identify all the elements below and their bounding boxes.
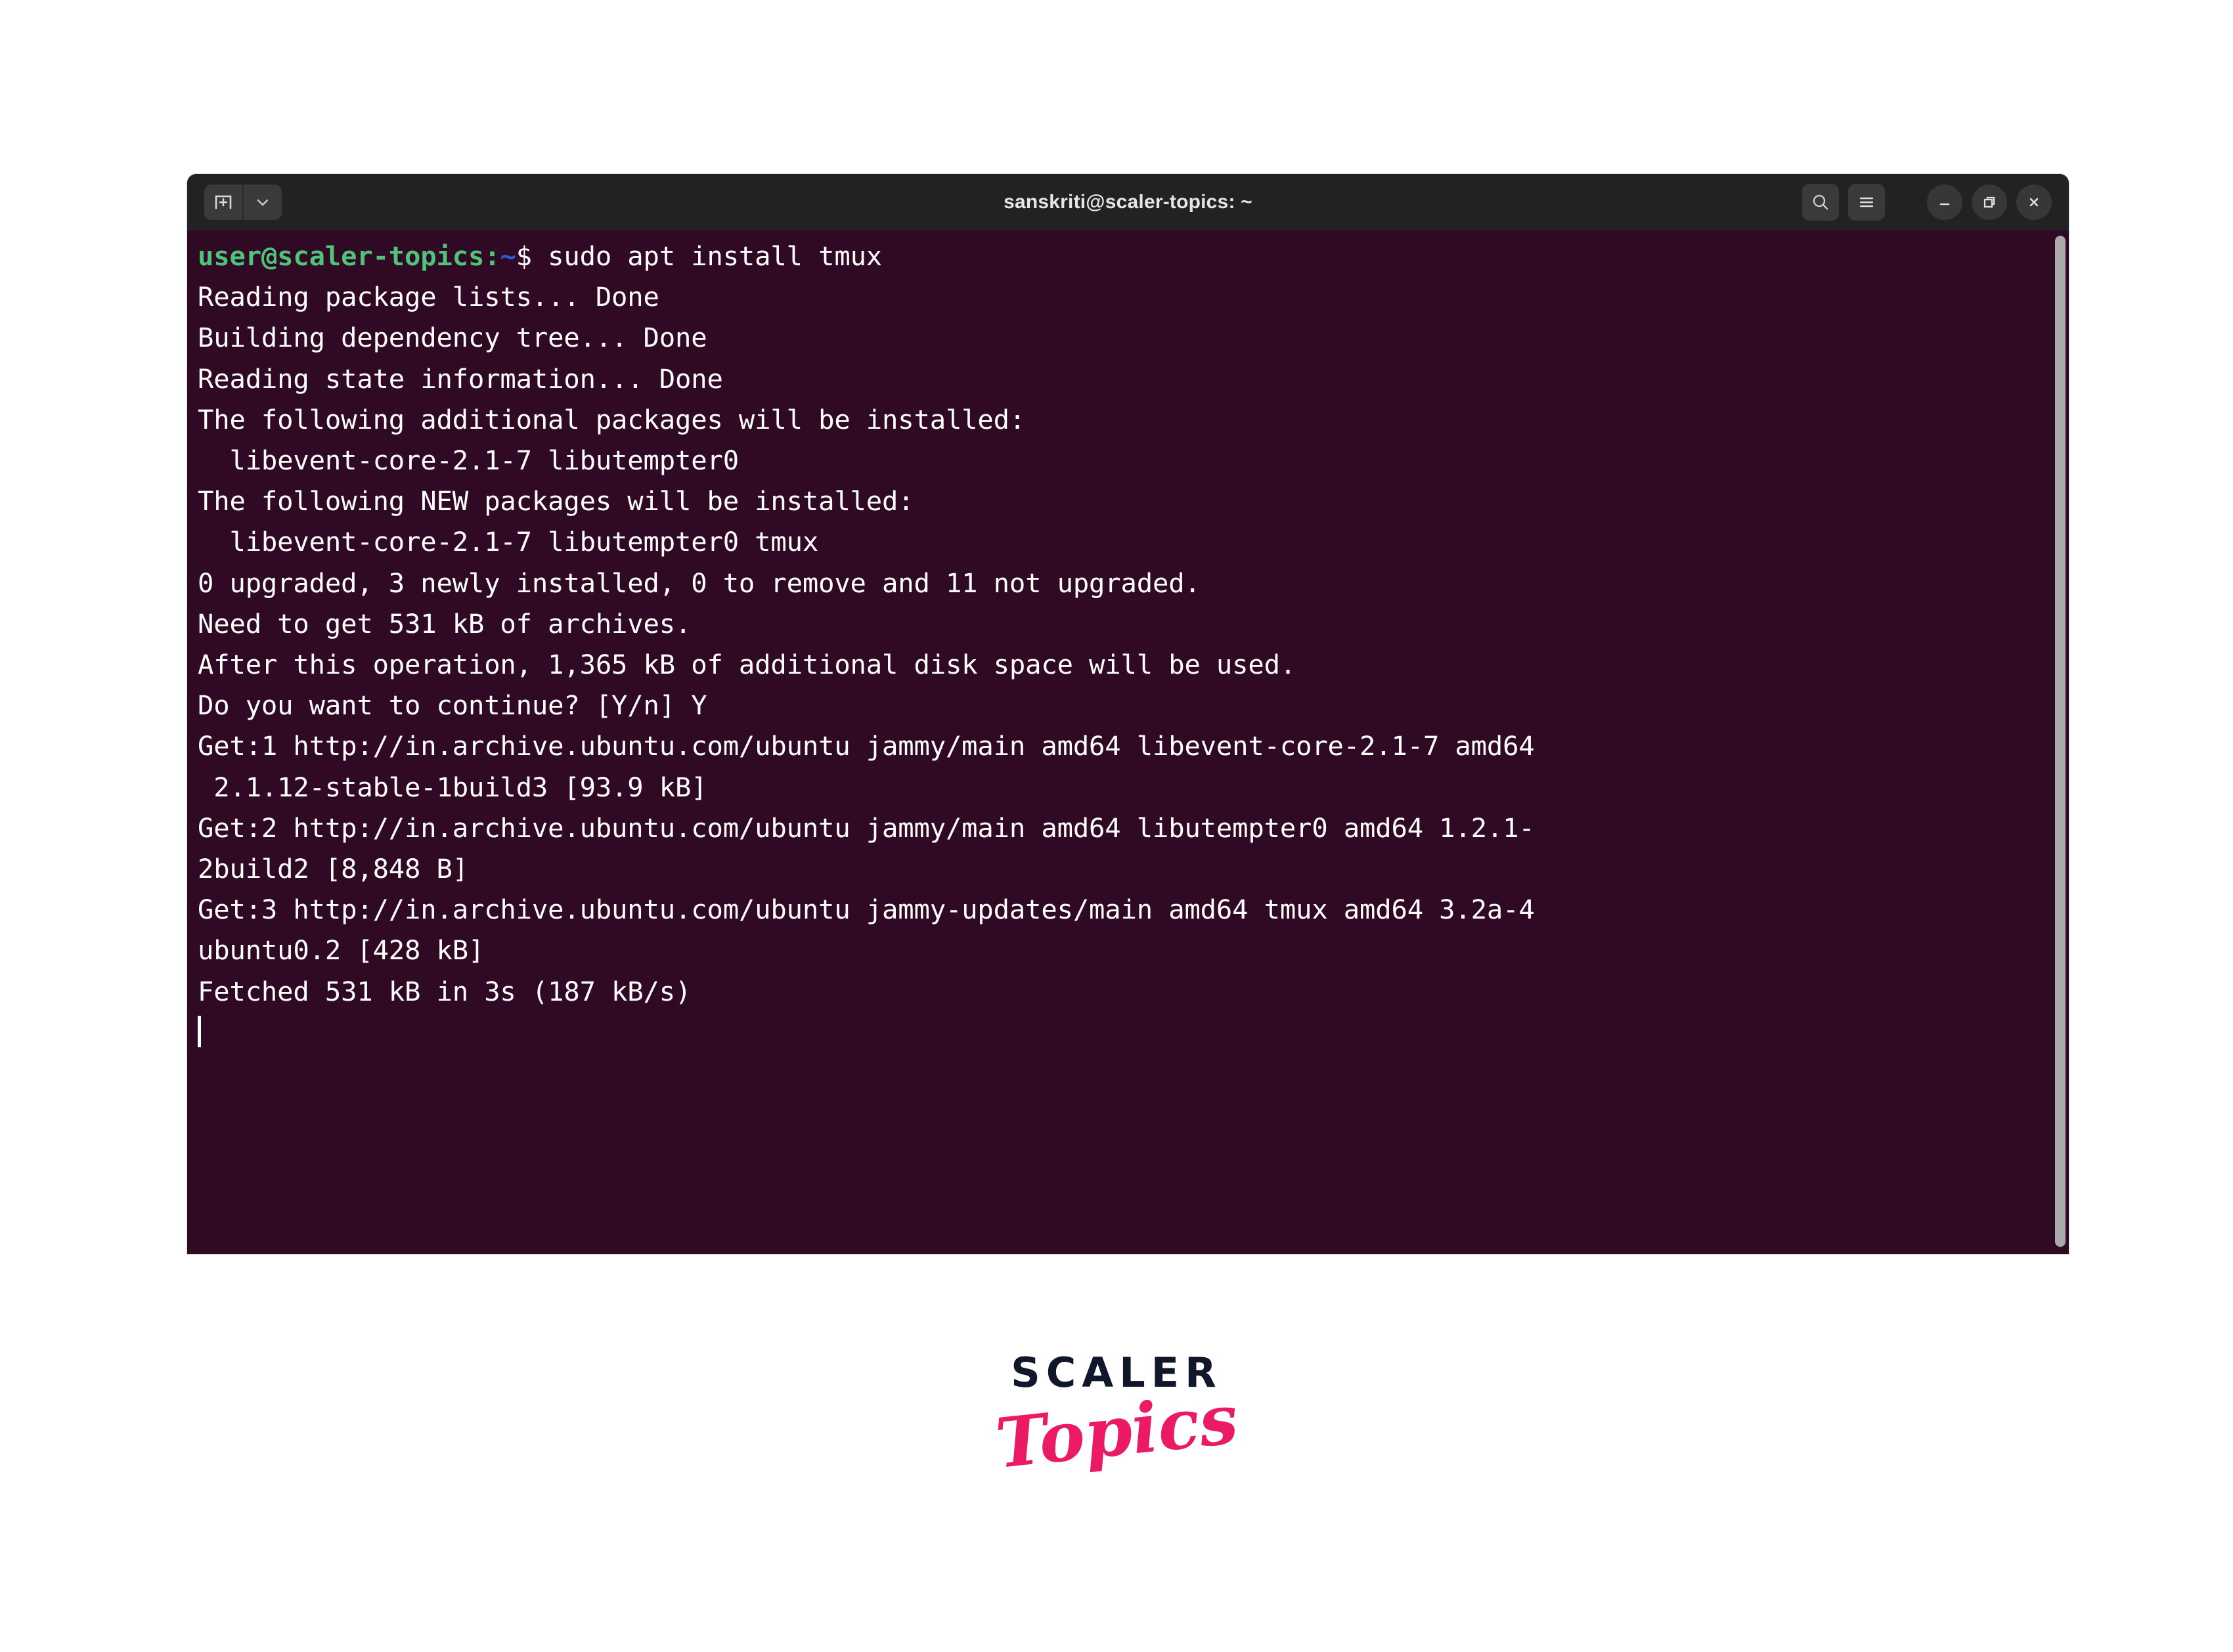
terminal-output-line: libevent-core-2.1-7 libutempter0 xyxy=(198,445,739,477)
terminal-output-line: 2build2 [8,848 B] xyxy=(198,853,468,885)
terminal-output-line: Get:1 http://in.archive.ubuntu.com/ubunt… xyxy=(198,730,1535,762)
maximize-button[interactable] xyxy=(1972,185,2007,220)
text-cursor xyxy=(198,1015,201,1047)
terminal-output-line: 2.1.12-stable-1build3 [93.9 kB] xyxy=(198,771,707,803)
terminal-output-line: The following additional packages will b… xyxy=(198,403,1026,435)
new-tab-icon xyxy=(215,195,232,209)
titlebar-right-controls xyxy=(1802,184,2052,221)
terminal-output-line: After this operation, 1,365 kB of additi… xyxy=(198,649,1296,681)
prompt-sigil: $ xyxy=(516,240,548,272)
terminal-output-lines: Reading package lists... Done Building d… xyxy=(198,281,1535,1007)
minimize-icon xyxy=(1939,203,1950,206)
window-title: sanskriti@scaler-topics: ~ xyxy=(1004,191,1252,213)
terminal-output-line: ubuntu0.2 [428 kB] xyxy=(198,934,485,967)
logo-secondary-text: Topics xyxy=(992,1378,1241,1484)
terminal-output-line: The following NEW packages will be insta… xyxy=(198,485,914,517)
terminal-scrollbar-track[interactable] xyxy=(2052,230,2069,1254)
scaler-topics-logo: SCALER Topics xyxy=(0,1353,2233,1484)
terminal-output-line: Building dependency tree... Done xyxy=(198,322,707,354)
tab-dropdown-button[interactable] xyxy=(244,185,282,220)
search-button[interactable] xyxy=(1802,184,1839,221)
terminal-output-line: Need to get 531 kB of archives. xyxy=(198,607,692,640)
terminal-scrollbar-thumb[interactable] xyxy=(2055,236,2066,1247)
terminal-output-line: Fetched 531 kB in 3s (187 kB/s) xyxy=(198,975,692,1007)
terminal-output-line: 0 upgraded, 3 newly installed, 0 to remo… xyxy=(198,567,1201,599)
menu-button[interactable] xyxy=(1848,184,1885,221)
search-icon xyxy=(1813,194,1828,210)
minimize-button[interactable] xyxy=(1927,185,1962,220)
new-tab-button[interactable] xyxy=(204,185,242,220)
hamburger-menu-icon xyxy=(1859,197,1874,207)
terminal-output-line: Reading state information... Done xyxy=(198,362,723,395)
prompt-command: sudo apt install tmux xyxy=(548,240,883,272)
terminal-output-line: Reading package lists... Done xyxy=(198,281,659,313)
terminal-output-line: libevent-core-2.1-7 libutempter0 tmux xyxy=(198,526,819,558)
terminal-output-line: Get:3 http://in.archive.ubuntu.com/ubunt… xyxy=(198,894,1535,926)
prompt-path: ~ xyxy=(500,240,516,272)
prompt-colon: : xyxy=(484,240,500,272)
maximize-icon xyxy=(1983,196,1995,208)
chevron-down-icon xyxy=(257,199,269,206)
terminal-window: sanskriti@scaler-topics: ~ user@scaler-t… xyxy=(187,174,2069,1254)
terminal-text: user@scaler-topics:~$ sudo apt install t… xyxy=(198,236,2069,1053)
prompt-line: user@scaler-topics:~$ sudo apt install t… xyxy=(198,240,882,272)
terminal-title-bar: sanskriti@scaler-topics: ~ xyxy=(187,174,2069,230)
terminal-output-area[interactable]: user@scaler-topics:~$ sudo apt install t… xyxy=(187,230,2069,1254)
terminal-output-line: Do you want to continue? [Y/n] Y xyxy=(198,689,707,722)
terminal-output-line: Get:2 http://in.archive.ubuntu.com/ubunt… xyxy=(198,812,1535,844)
prompt-user-host: user@scaler-topics xyxy=(198,240,485,272)
close-icon xyxy=(2029,198,2039,207)
tab-controls-group xyxy=(204,185,282,220)
close-button[interactable] xyxy=(2016,185,2052,220)
